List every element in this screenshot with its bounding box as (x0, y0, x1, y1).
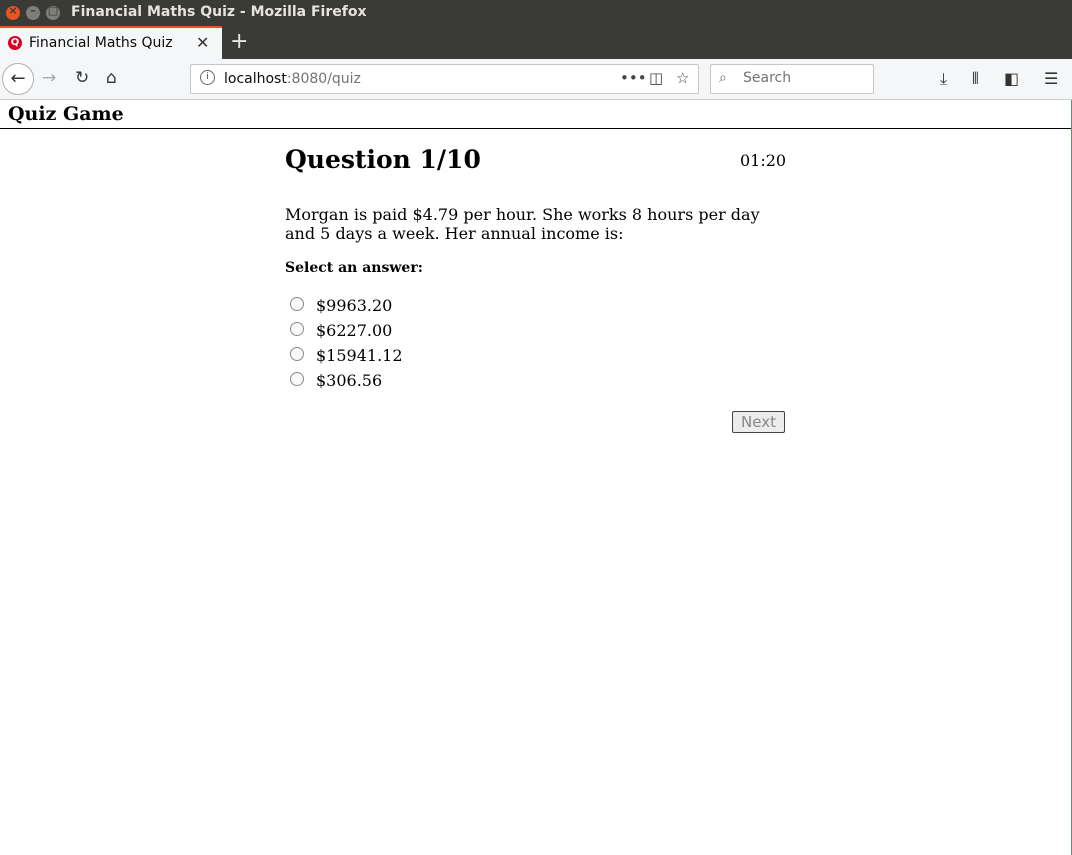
navigation-toolbar: ← → ↻ ⌂ i localhost:8080/quiz ••• ◫ ☆ ⌕ … (0, 59, 1072, 100)
url-path: :8080/quiz (286, 71, 361, 87)
answer-radio[interactable] (290, 347, 304, 361)
home-icon[interactable]: ⌂ (106, 68, 117, 88)
new-tab-plus-icon[interactable]: + (230, 29, 248, 54)
page-actions-icon[interactable]: ••• (620, 69, 647, 87)
next-button[interactable]: Next (732, 411, 785, 433)
bookmark-star-icon[interactable]: ☆ (676, 69, 689, 87)
back-arrow-icon[interactable]: ← (2, 63, 34, 95)
app-header: Quiz Game (0, 100, 1071, 129)
reload-icon[interactable]: ↻ (75, 68, 89, 88)
answer-prompt: Select an answer: (285, 260, 423, 276)
sidebar-icon[interactable]: ◧ (1004, 69, 1019, 88)
answer-radio[interactable] (290, 372, 304, 386)
answer-label[interactable]: $306.56 (316, 371, 382, 390)
maximize-icon: □ (47, 4, 59, 17)
downloads-icon[interactable]: ⤓ (940, 69, 947, 89)
close-icon: × (8, 4, 18, 17)
window-maximize-button[interactable]: □ (46, 4, 60, 20)
question-text: Morgan is paid $4.79 per hour. She works… (285, 205, 760, 243)
window-minimize-button[interactable]: – (26, 4, 40, 20)
url-host: localhost (224, 71, 287, 87)
forward-arrow-icon[interactable]: → (42, 68, 56, 88)
site-info-icon[interactable]: i (200, 70, 215, 85)
window-title: Financial Maths Quiz - Mozilla Firefox (71, 4, 367, 20)
page-content: Quiz Game Question 1/10 01:20 Morgan is … (0, 100, 1072, 855)
url-bar[interactable]: i localhost:8080/quiz ••• ◫ ☆ (190, 64, 699, 94)
menu-icon[interactable]: ☰ (1044, 69, 1058, 88)
pocket-icon[interactable]: ◫ (649, 69, 663, 87)
url-text[interactable]: localhost:8080/quiz (224, 71, 361, 87)
tab-financial-maths-quiz[interactable]: Q Financial Maths Quiz ✕ (0, 26, 222, 59)
tab-strip: Q Financial Maths Quiz ✕ + (0, 26, 1072, 59)
answer-label[interactable]: $15941.12 (316, 346, 403, 365)
search-bar[interactable]: ⌕ (710, 64, 874, 94)
minimize-icon: – (30, 4, 36, 17)
search-input[interactable] (741, 69, 873, 87)
app-title: Quiz Game (8, 103, 124, 125)
quiz-favicon-icon: Q (8, 36, 22, 50)
answer-label[interactable]: $9963.20 (316, 296, 392, 315)
tab-label: Financial Maths Quiz (29, 35, 173, 51)
window-titlebar: × – □ Financial Maths Quiz - Mozilla Fir… (0, 0, 1072, 26)
tab-close-icon[interactable]: ✕ (196, 33, 209, 52)
search-icon: ⌕ (719, 70, 727, 86)
answer-label[interactable]: $6227.00 (316, 321, 392, 340)
window-close-button[interactable]: × (6, 4, 20, 20)
library-icon[interactable]: ⫴ (972, 69, 979, 89)
answer-radio[interactable] (290, 297, 304, 311)
question-title: Question 1/10 (285, 145, 481, 174)
answer-radio[interactable] (290, 322, 304, 336)
countdown-timer: 01:20 (740, 151, 787, 170)
